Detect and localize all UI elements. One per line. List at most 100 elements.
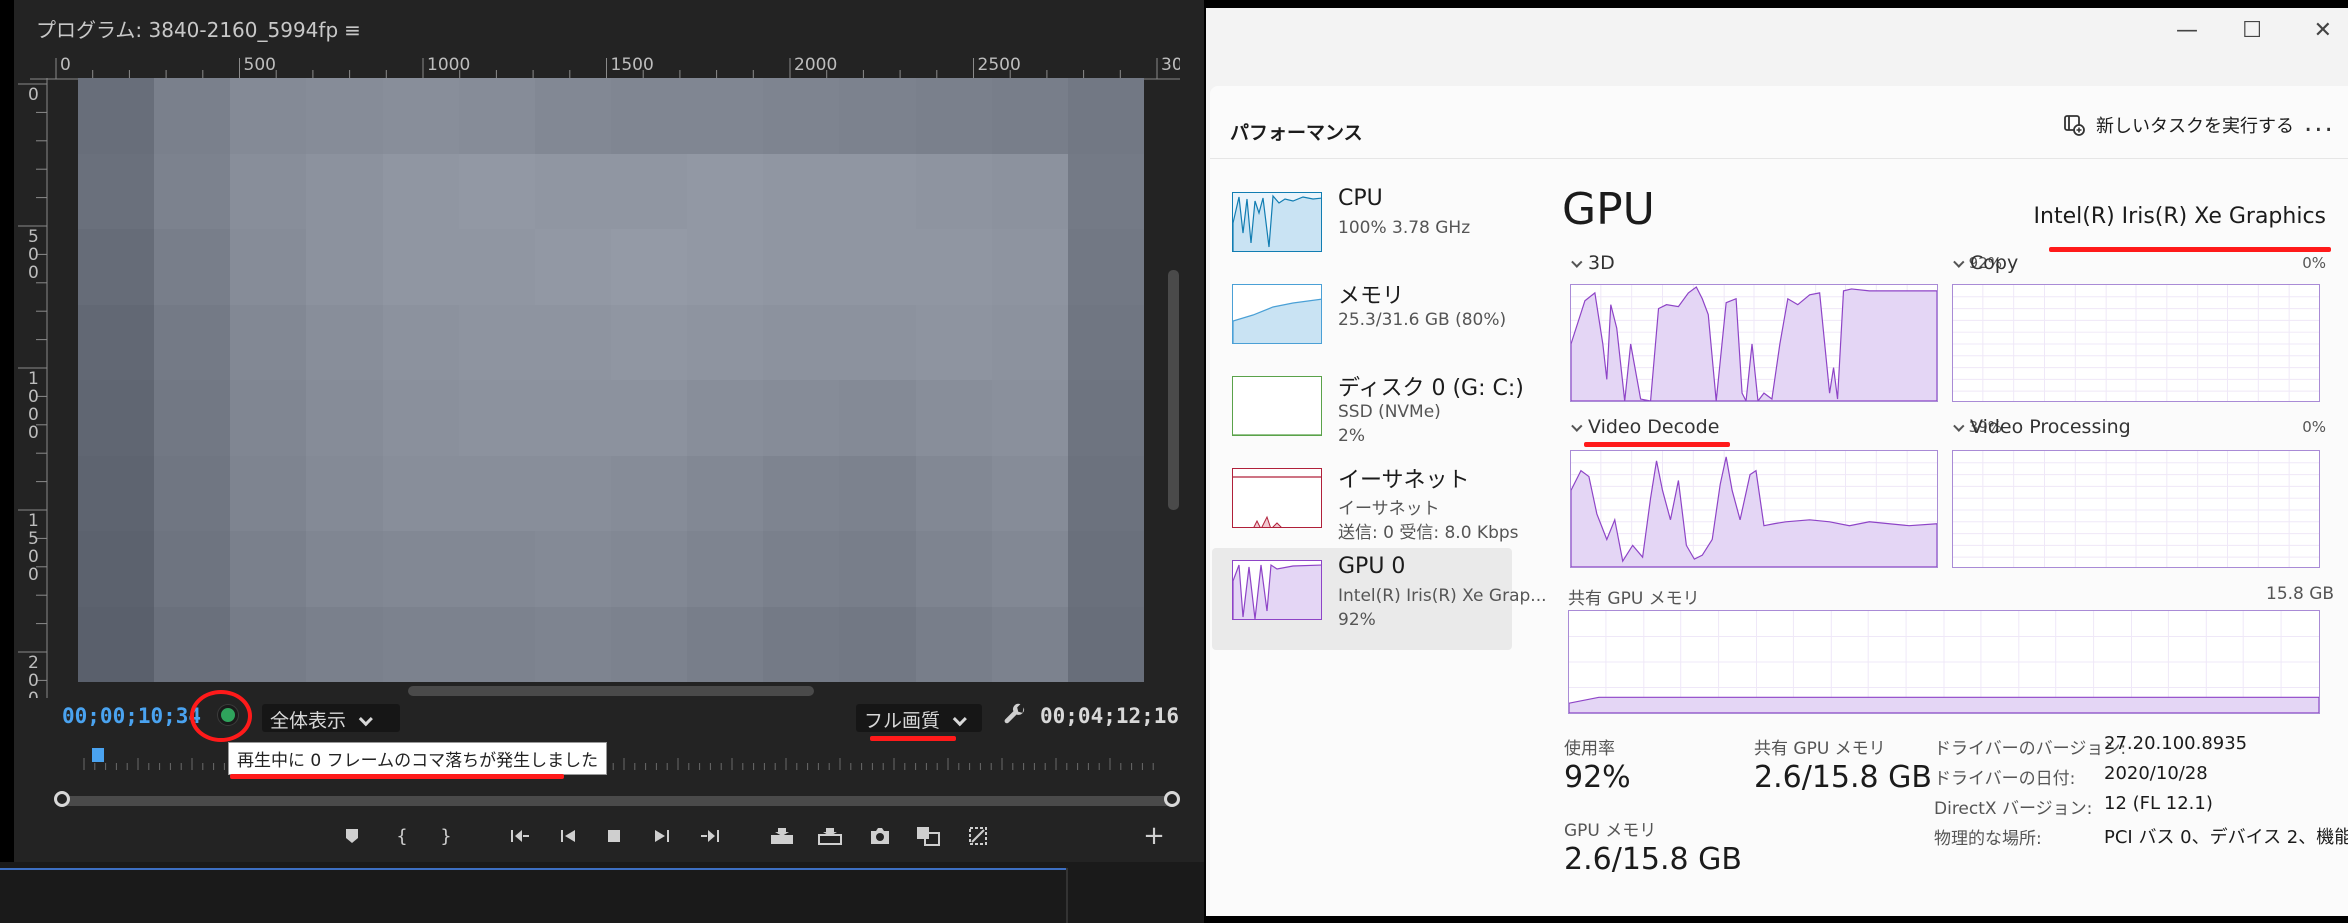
sidebar-item-cpu[interactable]: CPU 100% 3.78 GHz (1212, 180, 1512, 282)
shared-gpu-memory-max: 15.8 GB (2266, 584, 2335, 604)
marker-icon[interactable] (336, 820, 368, 852)
engine-video-processing-selector[interactable]: Video Processing (1952, 416, 2131, 438)
zoom-level-dropdown[interactable]: 全体表示 (262, 704, 400, 732)
header-separator (1210, 158, 2348, 159)
engine-3d-selector[interactable]: 3D (1570, 252, 1615, 274)
panel-title[interactable]: プログラム: 3840-2160_5994fp ≡ (36, 14, 361, 43)
engine-video-decode-label: Video Decode (1588, 416, 1720, 438)
chevron-down-icon (952, 712, 967, 727)
graph-video-processing (1952, 450, 2320, 568)
ruler-v-label: 1000 (28, 369, 39, 443)
ruler-v-label: 1500 (28, 511, 39, 585)
shared-memory-stat-value: 2.6/15.8 GB (1754, 760, 1932, 795)
scrub-track[interactable] (60, 796, 1180, 806)
playback-quality-dropdown[interactable]: フル画質 (856, 704, 982, 732)
physical-location-value: PCI バス 0、デバイス 2、機能 0 (2104, 827, 2348, 848)
sidebar-item-gpu[interactable]: GPU 0 Intel(R) Iris(R) Xe Grap... 92% (1212, 548, 1547, 650)
premiere-program-monitor: プログラム: 3840-2160_5994fp ≡ 0 500 1000 1500 200… (0, 0, 1204, 923)
chevron-down-icon (1571, 420, 1583, 432)
chevron-down-icon (1953, 420, 1965, 432)
sidebar-item-disk[interactable]: ディスク 0 (G: C:) SSD (NVMe) 2% (1212, 364, 1524, 466)
export-frame-icon[interactable] (864, 820, 896, 852)
ruler-v-label: 500 (28, 227, 39, 283)
sidebar-disk-name: ディスク 0 (G: C:) (1338, 376, 1524, 401)
ruler-v-label: 2000 (28, 653, 39, 698)
sidebar-item-memory[interactable]: メモリ 25.3/31.6 GB (80%) (1212, 272, 1512, 374)
go-to-in-icon[interactable] (504, 820, 536, 852)
engine-video-decode-selector[interactable]: Video Decode (1570, 416, 1719, 438)
panel-menu-icon[interactable]: ≡ (344, 18, 361, 42)
sidebar-ethernet-throughput: 送信: 0 受信: 8.0 Kbps (1338, 523, 1519, 543)
chevron-down-icon (358, 712, 373, 727)
ruler-h-label: 1500 (611, 55, 654, 75)
shared-memory-stat-label: 共有 GPU メモリ (1754, 739, 1886, 759)
graph-copy (1952, 284, 2320, 402)
sidebar-gpu-usage: 92% (1338, 610, 1376, 630)
sidebar-ethernet-adapter: イーサネット (1338, 499, 1440, 519)
annotation-underline-tooltip (230, 774, 564, 779)
memory-thumbnail (1232, 284, 1322, 344)
video-preview (78, 78, 1144, 682)
scrub-start-handle[interactable] (54, 791, 70, 807)
overwrite-icon[interactable] (814, 820, 846, 852)
driver-version-value: 27.20.100.8935 (2104, 733, 2248, 754)
gpu-memory-value: 2.6/15.8 GB (1564, 842, 1742, 877)
insert-icon[interactable] (766, 820, 798, 852)
panel-title-text: プログラム: 3840-2160_5994fp (36, 18, 339, 42)
driver-version-label: ドライバーのバージョン: (1934, 739, 2127, 759)
proxy-toggle-icon[interactable] (962, 820, 994, 852)
current-timecode[interactable]: 00;00;10;34 (62, 704, 201, 728)
directx-version-value: 12 (FL 12.1) (2104, 793, 2213, 814)
annotation-circle (190, 690, 252, 742)
chevron-down-icon (1571, 256, 1583, 268)
add-button[interactable]: + (1138, 820, 1170, 852)
duration-timecode: 00;04;12;16 (1040, 704, 1180, 728)
engine-copy-percent: 0% (2302, 254, 2326, 272)
sidebar-item-ethernet[interactable]: イーサネット イーサネット 送信: 0 受信: 8.0 Kbps (1212, 456, 1519, 558)
vertical-scrollbar[interactable] (1168, 270, 1179, 510)
scrub-end-handle[interactable] (1164, 791, 1180, 807)
vertical-ruler: 0 500 1000 1500 2000 (18, 78, 48, 698)
utilization-label: 使用率 (1564, 739, 1615, 759)
wrench-icon[interactable] (1002, 702, 1028, 728)
annotation-underline-quality (870, 736, 956, 741)
sidebar-gpu-name: GPU 0 (1338, 554, 1406, 579)
panel-strip (0, 0, 14, 923)
zoom-level-label: 全体表示 (270, 710, 347, 732)
run-new-task-button[interactable]: 新しいタスクを実行する (2062, 112, 2294, 138)
gpu-memory-label: GPU メモリ (1564, 821, 1657, 841)
engine-3d-label: 3D (1588, 252, 1615, 274)
horizontal-ruler: 0500100015002000250030003500 (30, 55, 1180, 80)
timeline-panel-edge (0, 862, 1204, 923)
run-task-icon (2064, 115, 2085, 136)
directx-version-label: DirectX バージョン: (1934, 799, 2093, 819)
step-back-icon[interactable] (552, 820, 584, 852)
step-forward-icon[interactable] (646, 820, 678, 852)
ruler-h-label: 0 (60, 55, 71, 75)
sidebar-memory-detail: 25.3/31.6 GB (80%) (1338, 310, 1507, 330)
horizontal-scrollbar[interactable] (408, 686, 814, 696)
graph-video-decode (1570, 450, 1938, 568)
annotation-underline-gpu-name (2049, 247, 2331, 252)
engine-copy-selector[interactable]: Copy (1952, 252, 2018, 274)
go-to-out-icon[interactable] (694, 820, 726, 852)
playhead[interactable] (92, 748, 104, 762)
more-options-icon[interactable]: ... (2304, 108, 2335, 138)
mark-in-icon[interactable]: { (386, 820, 418, 852)
stop-icon[interactable] (598, 820, 630, 852)
graph-3d (1570, 284, 1938, 402)
mark-out-icon[interactable]: } (430, 820, 462, 852)
graph-shared-gpu-memory (1568, 610, 2320, 714)
sidebar-disk-type: SSD (NVMe) (1338, 402, 1441, 422)
engine-video-processing-percent: 0% (2302, 418, 2326, 436)
run-new-task-label: 新しいタスクを実行する (2096, 116, 2294, 137)
comparison-view-icon[interactable] (912, 820, 944, 852)
dropped-frames-tooltip: 再生中に 0 フレームのコマ落ちが発生しました (228, 742, 608, 775)
ruler-h-label: 1000 (427, 55, 470, 75)
chevron-down-icon (1953, 256, 1965, 268)
sidebar-disk-usage: 2% (1338, 426, 1365, 446)
playback-quality-label: フル画質 (864, 710, 941, 732)
engine-video-processing-label: Video Processing (1970, 416, 2131, 438)
ruler-v-label: 0 (28, 85, 39, 105)
sidebar-gpu-model: Intel(R) Iris(R) Xe Grap... (1338, 586, 1547, 606)
